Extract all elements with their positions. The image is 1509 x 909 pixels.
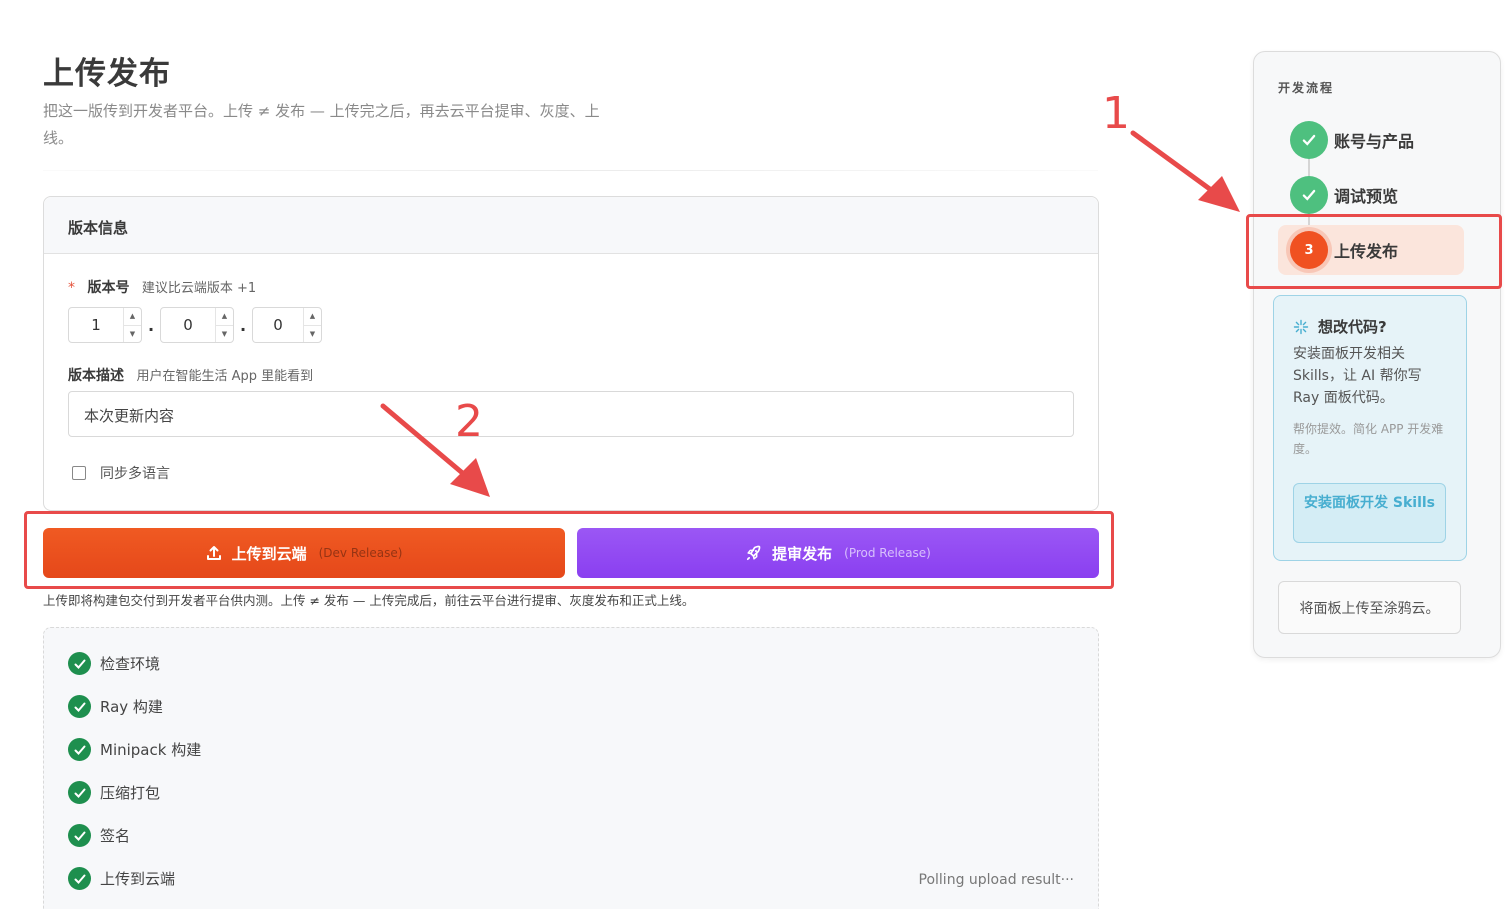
flow-item-account[interactable]: 账号与产品 (1290, 121, 1414, 159)
page-description: 把这一版传到开发者平台。上传 ≠ 发布 — 上传完之后，再去云平台提审、灰度、上… (43, 102, 600, 147)
step-label: 检查环境 (100, 655, 161, 673)
step-label: Minipack 构建 (100, 741, 202, 759)
version-minor-stepper[interactable]: ▲ ▼ (215, 308, 233, 342)
step-up-icon[interactable]: ▲ (124, 308, 141, 325)
version-field-label: * 版本号 建议比云端版本 +1 (68, 277, 256, 297)
required-mark: * (68, 280, 75, 296)
annotation-number-1: 1 (1102, 88, 1130, 139)
sync-languages-label: 同步多语言 (100, 466, 170, 482)
check-icon (1290, 176, 1328, 214)
annotation-arrow-1-icon (1130, 130, 1240, 212)
step-down-icon[interactable]: ▼ (304, 324, 321, 343)
check-icon (68, 824, 91, 847)
tip-small: 帮你提效。简化 APP 开发难度。 (1293, 422, 1444, 456)
version-label: 版本号 (87, 280, 130, 296)
sync-languages-checkbox[interactable] (72, 466, 86, 480)
step-down-icon[interactable]: ▼ (124, 324, 141, 343)
step-down-icon[interactable]: ▼ (216, 324, 233, 343)
version-hint: 建议比云端版本 +1 (141, 281, 257, 296)
version-info-card: 版本信息 * 版本号 建议比云端版本 +1 1 ▲ ▼ . 0 ▲ ▼ . 0 ▲ ▼… (43, 196, 1099, 511)
flow-item-debug[interactable]: 调试预览 (1290, 176, 1398, 214)
annotation-number-2: 2 (455, 396, 483, 447)
flow-item-label: 账号与产品 (1334, 132, 1415, 151)
polling-status: Polling upload result··· (918, 872, 1074, 888)
version-desc-input[interactable]: 本次更新内容 (68, 391, 1074, 437)
check-icon (68, 652, 91, 675)
sync-languages-row[interactable]: 同步多语言 (72, 463, 170, 483)
check-icon (1290, 121, 1328, 159)
version-minor-input[interactable]: 0 ▲ ▼ (160, 307, 234, 343)
upload-to-tuya-button[interactable]: 将面板上传至涂鸦云。 (1278, 581, 1461, 634)
step-up-icon[interactable]: ▲ (304, 308, 321, 325)
step-item: Ray 构建 (68, 695, 163, 718)
desc-hint: 用户在智能生活 App 里能看到 (136, 369, 314, 384)
desc-field-label: 版本描述 用户在智能生活 App 里能看到 (68, 365, 313, 385)
tip-header: 想改代码? (1293, 316, 1447, 337)
tip-title: 想改代码? (1318, 318, 1387, 336)
desc-label: 版本描述 (68, 368, 124, 384)
step-label: 压缩打包 (100, 784, 161, 802)
check-icon (68, 695, 91, 718)
version-separator: . (239, 315, 247, 335)
step-item: 压缩打包 (68, 781, 160, 804)
version-separator: . (147, 315, 155, 335)
dev-flow-sidebar: 开发流程 账号与产品 调试预览 3 上传发布 想改代码? 安装面板开发相关 Sk… (1253, 51, 1501, 658)
card-header: 版本信息 (44, 197, 1098, 254)
upload-hint: 上传即将构建包交付到开发者平台供内测。上传 ≠ 发布 — 上传完成后，前往云平台… (43, 593, 695, 608)
check-icon (68, 867, 91, 890)
page-title: 上传发布 (43, 56, 171, 92)
step-item: 上传到云端 (68, 867, 175, 890)
annotation-box-2 (24, 511, 1114, 589)
step-item: 签名 (68, 824, 130, 847)
version-inputs: 1 ▲ ▼ . 0 ▲ ▼ . 0 ▲ ▼ (68, 307, 322, 343)
version-patch-input[interactable]: 0 ▲ ▼ (252, 307, 322, 343)
build-steps-panel: 检查环境 Ray 构建 Minipack 构建 压缩打包 签名 上传到云端 Po… (43, 627, 1099, 909)
version-major-input[interactable]: 1 ▲ ▼ (68, 307, 142, 343)
install-skills-button[interactable]: 安装面板开发 Skills (1293, 483, 1446, 543)
step-up-icon[interactable]: ▲ (216, 308, 233, 325)
version-patch-stepper[interactable]: ▲ ▼ (303, 308, 321, 342)
version-major-stepper[interactable]: ▲ ▼ (123, 308, 141, 342)
sparkle-icon (1293, 319, 1309, 334)
step-label: 上传到云端 (100, 870, 176, 888)
annotation-box-1 (1246, 214, 1502, 289)
step-label: Ray 构建 (100, 698, 163, 716)
check-icon (68, 738, 91, 761)
code-tip-card: 想改代码? 安装面板开发相关 Skills，让 AI 帮你写 Ray 面板代码。… (1273, 295, 1467, 561)
flow-item-label: 调试预览 (1334, 187, 1399, 206)
header-divider (43, 170, 1098, 171)
tip-body: 安装面板开发相关 Skills，让 AI 帮你写 Ray 面板代码。 (1293, 346, 1422, 406)
step-label: 签名 (100, 827, 131, 845)
step-item: Minipack 构建 (68, 738, 201, 761)
check-icon (68, 781, 91, 804)
sidebar-title: 开发流程 (1278, 81, 1335, 95)
step-item: 检查环境 (68, 652, 160, 675)
